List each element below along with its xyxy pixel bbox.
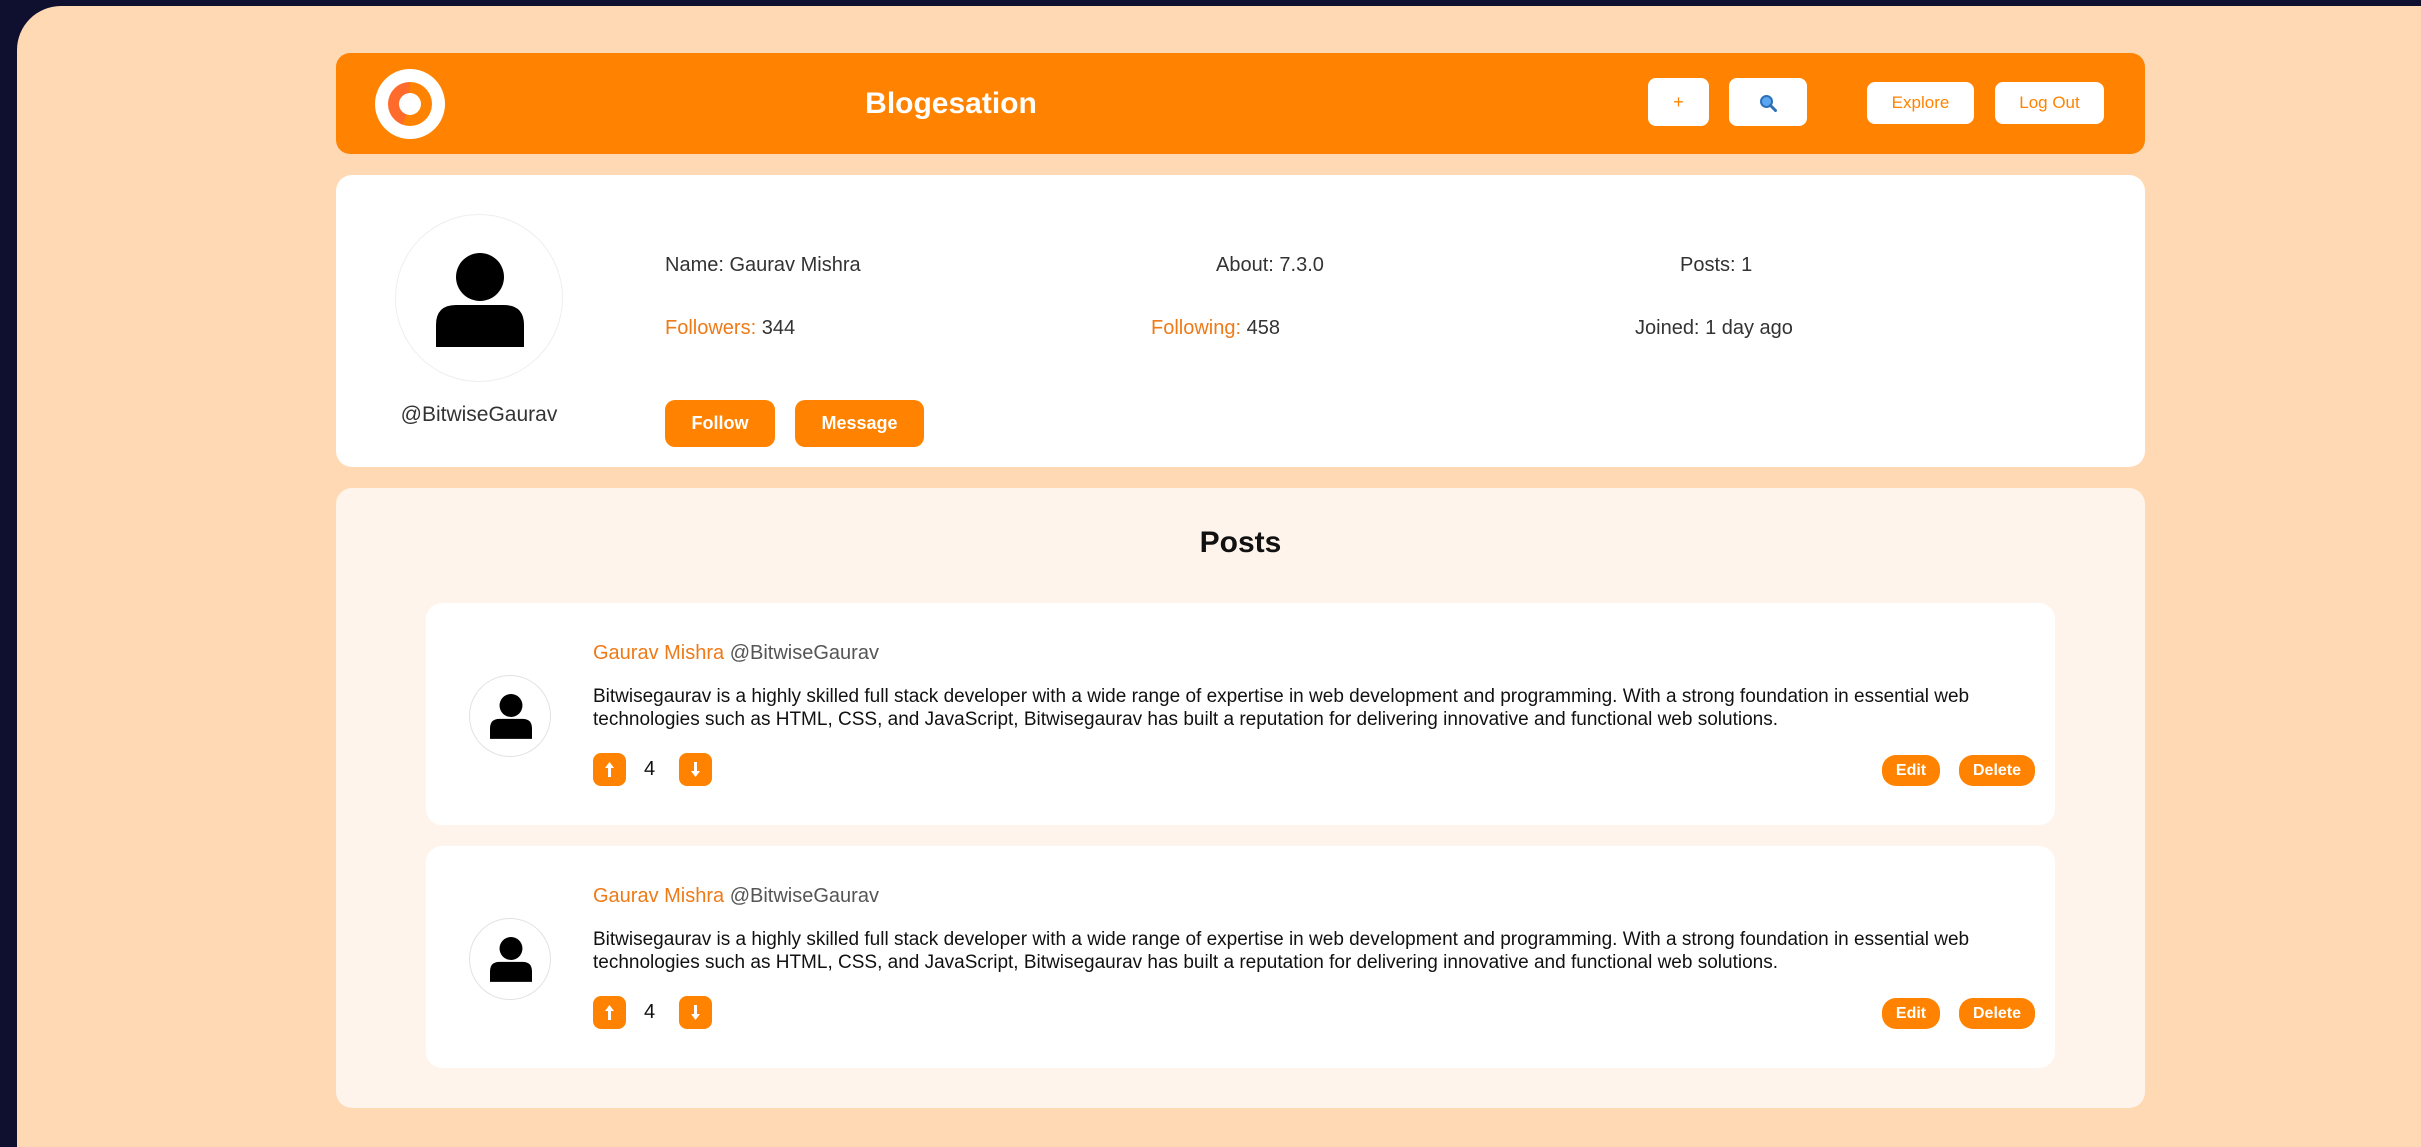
explore-button[interactable]: Explore bbox=[1867, 82, 1974, 124]
profile-handle: @BitwiseGaurav bbox=[400, 403, 558, 426]
profile-joined: Joined: 1 day ago bbox=[1635, 317, 1793, 339]
user-icon bbox=[490, 694, 532, 739]
profile-name: Name: Gaurav Mishra bbox=[665, 254, 861, 276]
edit-post-button[interactable]: Edit bbox=[1882, 998, 1940, 1029]
post-author-name[interactable]: Gaurav Mishra bbox=[593, 642, 724, 664]
profile-followers[interactable]: Followers: 344 bbox=[665, 317, 795, 340]
post-avatar bbox=[469, 918, 551, 1000]
logout-button[interactable]: Log Out bbox=[1995, 82, 2104, 124]
arrow-down-icon bbox=[691, 1005, 700, 1020]
arrow-up-icon bbox=[605, 1005, 614, 1020]
vote-count: 4 bbox=[644, 1001, 656, 1023]
user-icon bbox=[436, 253, 524, 347]
app-frame: Blogesation + Explore Log Out @BitwiseGa… bbox=[17, 6, 2421, 1147]
profile-avatar bbox=[395, 214, 563, 382]
arrow-up-icon bbox=[605, 762, 614, 777]
posts-section: Posts Gaurav Mishra @BitwiseGaurav Bitwi… bbox=[336, 488, 2145, 1108]
upvote-button[interactable] bbox=[593, 753, 626, 786]
post-author: Gaurav Mishra @BitwiseGaurav bbox=[593, 885, 879, 908]
search-icon bbox=[1759, 94, 1777, 112]
post-avatar bbox=[469, 675, 551, 757]
edit-post-button[interactable]: Edit bbox=[1882, 755, 1940, 786]
vote-count: 4 bbox=[644, 758, 656, 780]
profile-card: @BitwiseGaurav Name: Gaurav Mishra About… bbox=[336, 175, 2145, 467]
post-author-handle: @BitwiseGaurav bbox=[729, 885, 879, 907]
post-body: Bitwisegaurav is a highly skilled full s… bbox=[593, 686, 1970, 730]
profile-following[interactable]: Following: 458 bbox=[1151, 317, 1280, 340]
post-body: Bitwisegaurav is a highly skilled full s… bbox=[593, 929, 1970, 973]
downvote-button[interactable] bbox=[679, 996, 712, 1029]
delete-post-button[interactable]: Delete bbox=[1959, 998, 2035, 1029]
message-button[interactable]: Message bbox=[795, 400, 924, 447]
follow-button[interactable]: Follow bbox=[665, 400, 775, 447]
user-icon bbox=[490, 937, 532, 982]
upvote-button[interactable] bbox=[593, 996, 626, 1029]
post-author-handle: @BitwiseGaurav bbox=[729, 642, 879, 664]
search-button[interactable] bbox=[1729, 78, 1807, 126]
posts-title: Posts bbox=[1199, 526, 1282, 559]
site-title: Blogesation bbox=[865, 87, 1037, 120]
arrow-down-icon bbox=[691, 762, 700, 777]
create-post-button[interactable]: + bbox=[1648, 78, 1709, 126]
post-author: Gaurav Mishra @BitwiseGaurav bbox=[593, 642, 879, 665]
delete-post-button[interactable]: Delete bbox=[1959, 755, 2035, 786]
post-card: Gaurav Mishra @BitwiseGaurav Bitwisegaur… bbox=[426, 603, 2055, 825]
profile-posts-count: Posts: 1 bbox=[1680, 254, 1753, 276]
profile-about: About: 7.3.0 bbox=[1216, 254, 1324, 276]
logo-ring-icon[interactable] bbox=[375, 69, 445, 139]
downvote-button[interactable] bbox=[679, 753, 712, 786]
logo-center bbox=[399, 93, 421, 115]
post-card: Gaurav Mishra @BitwiseGaurav Bitwisegaur… bbox=[426, 846, 2055, 1068]
top-navbar: Blogesation + Explore Log Out bbox=[336, 53, 2145, 154]
post-author-name[interactable]: Gaurav Mishra bbox=[593, 885, 724, 907]
